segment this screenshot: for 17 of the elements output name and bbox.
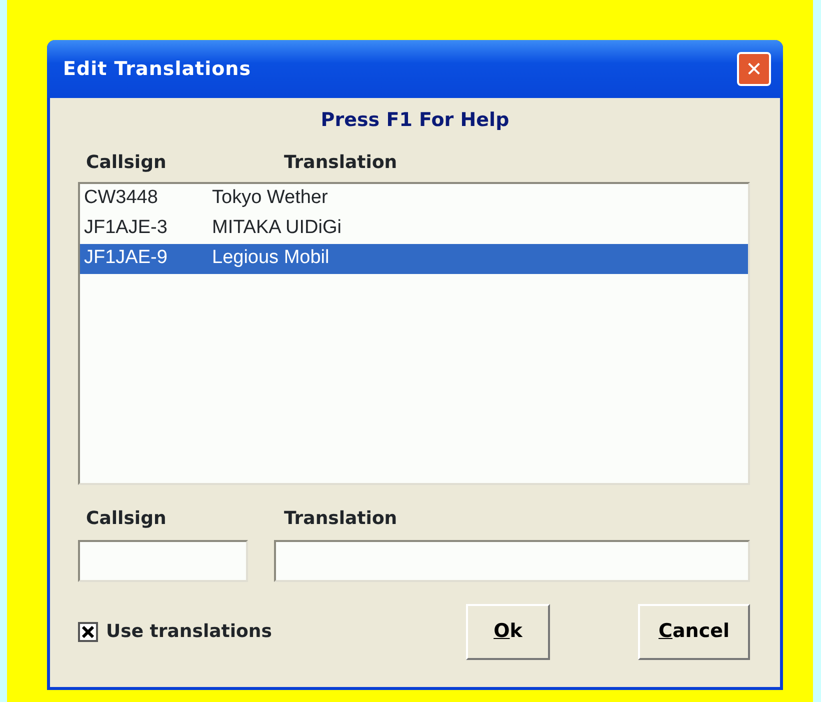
window-title: Edit Translations — [63, 56, 252, 82]
close-button[interactable]: ✕ — [737, 52, 771, 86]
column-header: Translation — [284, 150, 398, 174]
field-label: Translation — [284, 506, 398, 530]
check-mark-icon — [82, 626, 94, 638]
input-field[interactable] — [78, 540, 248, 582]
list-row[interactable]: JF1AJE-3 MITAKA UIDiGi — [80, 214, 748, 244]
column-header: Callsign — [86, 150, 168, 174]
input-field[interactable] — [274, 540, 750, 582]
checkbox[interactable] — [78, 622, 98, 642]
field-label: Callsign — [86, 506, 168, 530]
list-row[interactable]: JF1JAE-9 Legious Mobil — [80, 244, 748, 274]
dialog-button[interactable]: Cancel — [638, 604, 750, 660]
help-text: Press F1 For Help — [320, 108, 510, 133]
checkbox-label[interactable]: Use translations — [106, 618, 272, 645]
dialog-button[interactable]: Ok — [466, 604, 550, 660]
list-row[interactable]: CW3448 Tokyo Wether — [80, 184, 748, 214]
